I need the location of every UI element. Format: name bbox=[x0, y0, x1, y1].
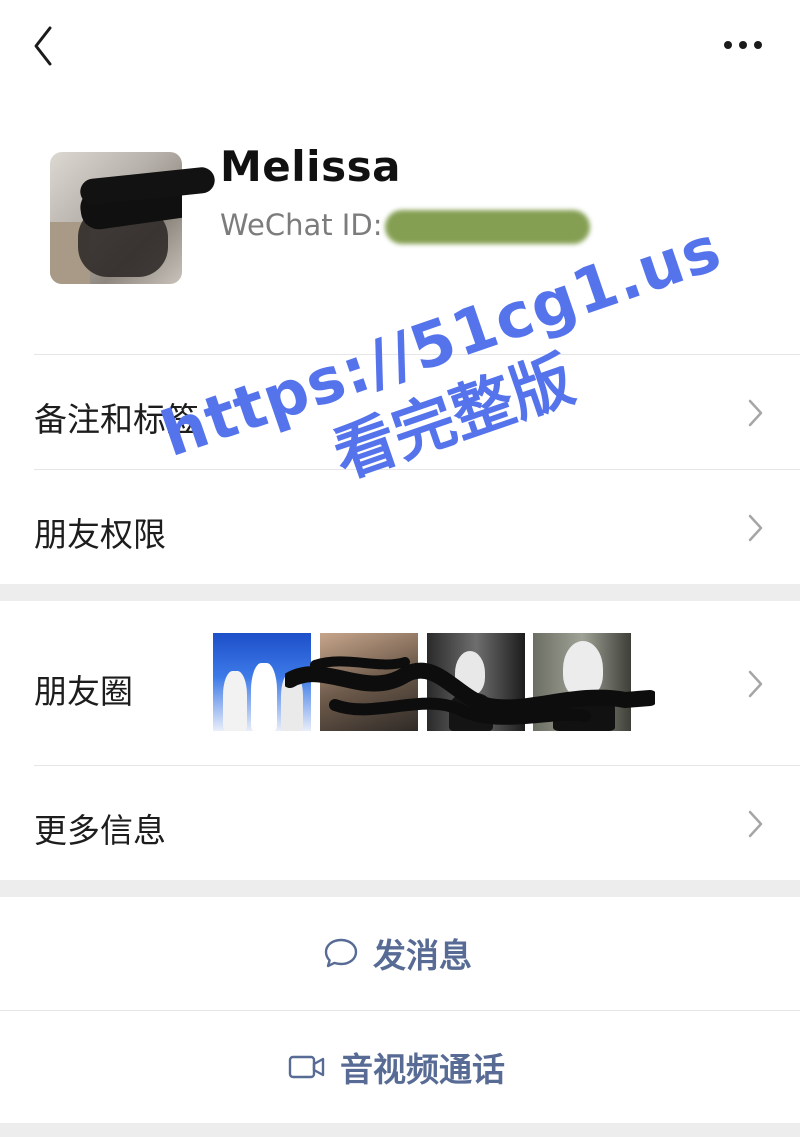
row-label: 朋友圈 bbox=[34, 672, 133, 711]
chevron-right-icon bbox=[748, 399, 763, 427]
row-more-info[interactable]: 更多信息 bbox=[0, 766, 800, 880]
send-message-button[interactable]: 发消息 bbox=[0, 897, 800, 1009]
more-button[interactable] bbox=[718, 30, 768, 60]
video-call-label: 音视频通话 bbox=[340, 1050, 505, 1089]
section-gap bbox=[0, 880, 800, 897]
chevron-right-icon bbox=[748, 670, 763, 698]
row-remark-tags[interactable]: 备注和标签 bbox=[0, 355, 800, 469]
redaction-mark bbox=[285, 656, 655, 725]
back-button[interactable] bbox=[30, 24, 66, 68]
row-friend-permissions[interactable]: 朋友权限 bbox=[0, 470, 800, 584]
row-label: 更多信息 bbox=[34, 811, 166, 850]
video-call-button[interactable]: 音视频通话 bbox=[0, 1011, 800, 1123]
more-dots-icon bbox=[724, 41, 762, 49]
chat-bubble-icon bbox=[324, 938, 358, 968]
wechat-id-redacted bbox=[385, 210, 590, 244]
video-camera-icon bbox=[288, 1055, 325, 1079]
row-label: 朋友权限 bbox=[34, 515, 166, 554]
top-bar bbox=[0, 0, 800, 95]
row-label: 备注和标签 bbox=[34, 400, 199, 439]
send-message-label: 发消息 bbox=[373, 936, 472, 975]
chevron-right-icon bbox=[748, 810, 763, 838]
contact-name: Melissa bbox=[220, 142, 401, 191]
wechat-id-label: WeChat ID: bbox=[220, 208, 383, 242]
section-gap bbox=[0, 584, 800, 601]
chevron-left-icon bbox=[34, 26, 52, 66]
chevron-right-icon bbox=[748, 514, 763, 542]
profile-header: Melissa WeChat ID: bbox=[0, 95, 800, 350]
bottom-gap bbox=[0, 1123, 800, 1137]
